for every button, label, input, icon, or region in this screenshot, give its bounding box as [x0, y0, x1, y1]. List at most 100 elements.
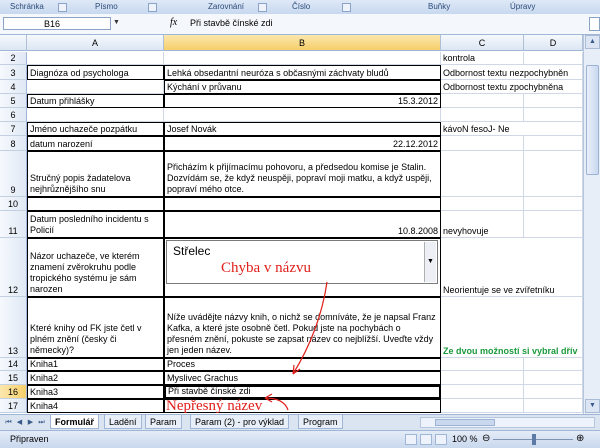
normal-view-icon[interactable]	[405, 434, 417, 445]
cell-d[interactable]	[524, 399, 583, 413]
cell-a[interactable]: datum narození	[27, 136, 164, 151]
page-break-view-icon[interactable]	[435, 434, 447, 445]
select-all-corner[interactable]	[0, 35, 27, 51]
clipboard-launcher-icon[interactable]	[58, 3, 67, 12]
cell-d[interactable]	[524, 385, 583, 399]
cell-c[interactable]: Odbornost textu zpochybněna	[441, 80, 583, 94]
cell-a[interactable]: Které knihy od FK jste četl v plném zněn…	[27, 297, 164, 358]
prev-sheet-icon[interactable]: ◀	[14, 417, 25, 428]
row-header[interactable]: 17	[0, 399, 27, 413]
insert-function-icon[interactable]: fx	[170, 17, 177, 28]
zoom-out-icon[interactable]: ⊖	[482, 433, 490, 444]
name-box[interactable]: B16	[3, 17, 111, 30]
row-header[interactable]: 11	[0, 211, 27, 238]
cell-c[interactable]: kontrola	[441, 52, 524, 65]
row-header[interactable]: 9	[0, 151, 27, 197]
horizontal-scrollbar[interactable]	[420, 417, 595, 428]
cell-a[interactable]: Kniha2	[27, 371, 164, 385]
row-header[interactable]: 14	[0, 358, 27, 371]
cell-b[interactable]: 15.3.2012	[164, 94, 441, 108]
column-header-b[interactable]: B	[164, 35, 441, 51]
cell-a[interactable]	[27, 80, 164, 94]
last-sheet-icon[interactable]: ⏭	[36, 417, 47, 428]
column-header-c[interactable]: C	[441, 35, 524, 51]
alignment-launcher-icon[interactable]	[258, 3, 267, 12]
row-header[interactable]: 6	[0, 108, 27, 122]
cell-b[interactable]	[164, 108, 441, 122]
cell-d[interactable]	[524, 52, 583, 65]
cell-a[interactable]	[27, 52, 164, 65]
cell-c[interactable]	[441, 371, 524, 385]
row-header[interactable]: 2	[0, 52, 27, 65]
cell-a[interactable]: Datum posledního incidentu s Policií	[27, 211, 164, 238]
row-header[interactable]: 5	[0, 94, 27, 108]
row-header[interactable]: 10	[0, 197, 27, 211]
number-launcher-icon[interactable]	[342, 3, 351, 12]
tab-param[interactable]: Param	[145, 415, 182, 429]
cell-b[interactable]: Myslivec Grachus	[164, 371, 441, 385]
row-header[interactable]: 7	[0, 122, 27, 136]
cell-d[interactable]	[524, 108, 583, 122]
tab-ladeni[interactable]: Ladění	[104, 415, 142, 429]
cell-b[interactable]: 10.8.2008	[164, 211, 441, 238]
cell-c[interactable]	[441, 399, 524, 413]
cell-b[interactable]: Kýchání v průvanu	[164, 80, 441, 94]
cell-d[interactable]	[524, 358, 583, 371]
cell-d[interactable]	[524, 211, 583, 238]
cell-a[interactable]: Diagnóza od psychologa	[27, 65, 164, 80]
cell-d[interactable]	[524, 197, 583, 211]
cell-b[interactable]	[164, 197, 441, 211]
cell-b[interactable]: Přicházím k přijímacímu pohovoru, a před…	[164, 151, 441, 197]
cell-b[interactable]: 22.12.2012	[164, 136, 441, 151]
row-header[interactable]: 16	[0, 385, 27, 399]
cell-c[interactable]: Odbornost textu nezpochybněn	[441, 65, 583, 80]
cell-a[interactable]: Kniha1	[27, 358, 164, 371]
cell-a[interactable]: Datum přihlášky	[27, 94, 164, 108]
scroll-up-icon[interactable]: ▲	[585, 35, 600, 49]
cell-c[interactable]	[441, 358, 524, 371]
horizontal-scroll-thumb[interactable]	[435, 419, 495, 426]
vertical-scroll-thumb[interactable]	[586, 65, 599, 175]
row-header[interactable]: 15	[0, 371, 27, 385]
row-header[interactable]: 8	[0, 136, 27, 151]
scroll-down-icon[interactable]: ▼	[585, 399, 600, 413]
zoom-level[interactable]: 100 %	[452, 434, 478, 444]
cell-a[interactable]: Kniha4	[27, 399, 164, 413]
cell-b[interactable]: Proces	[164, 358, 441, 371]
cell-b[interactable]	[164, 52, 441, 65]
tab-param-2[interactable]: Param (2) - pro výklad	[190, 415, 290, 429]
cell-b[interactable]: Níže uvádějte názvy knih, o nichž se dom…	[164, 297, 441, 358]
cell-c[interactable]: Ze dvou možností si vybral dřív	[441, 297, 583, 358]
cell-a[interactable]: Jméno uchazeče pozpátku	[27, 122, 164, 136]
cell-d[interactable]	[524, 94, 583, 108]
row-header[interactable]: 12	[0, 238, 27, 297]
cell-c[interactable]: kávoN fesoJ- Ne	[441, 122, 583, 136]
row-header[interactable]: 13	[0, 297, 27, 358]
cell-b[interactable]: Josef Novák	[164, 122, 441, 136]
cell-b[interactable]: Lehká obsedantní neuróza s občasnými zác…	[164, 65, 441, 80]
first-sheet-icon[interactable]: ⏮	[3, 417, 14, 428]
column-header-d[interactable]: D	[524, 35, 583, 51]
cell-c[interactable]	[441, 108, 524, 122]
font-launcher-icon[interactable]	[148, 3, 157, 12]
formula-expand-icon[interactable]	[589, 17, 600, 31]
name-box-dropdown-icon[interactable]: ▼	[113, 19, 120, 26]
column-header-a[interactable]: A	[27, 35, 164, 51]
row-header[interactable]: 3	[0, 65, 27, 80]
cell-d[interactable]	[524, 371, 583, 385]
cell-a[interactable]	[27, 197, 164, 211]
cell-d[interactable]	[524, 151, 583, 197]
cell-c[interactable]	[441, 151, 524, 197]
cell-c[interactable]: Neorientuje se ve zvířetníku	[441, 238, 583, 297]
row-header[interactable]: 4	[0, 80, 27, 94]
zoom-in-icon[interactable]: ⊕	[576, 433, 584, 444]
vertical-scrollbar[interactable]: ▲ ▼	[583, 35, 600, 414]
active-cell-b16[interactable]: Při stavbě čínské zdi	[164, 385, 441, 399]
cell-c[interactable]	[441, 197, 524, 211]
cell-a[interactable]	[27, 108, 164, 122]
cell-a[interactable]: Stručný popis žadatelova nejhrůznějšího …	[27, 151, 164, 197]
tab-program[interactable]: Program	[298, 415, 343, 429]
cell-c[interactable]	[441, 94, 524, 108]
cell-c[interactable]	[441, 136, 524, 151]
formula-input[interactable]: Při stavbě čínské zdi	[185, 16, 590, 31]
